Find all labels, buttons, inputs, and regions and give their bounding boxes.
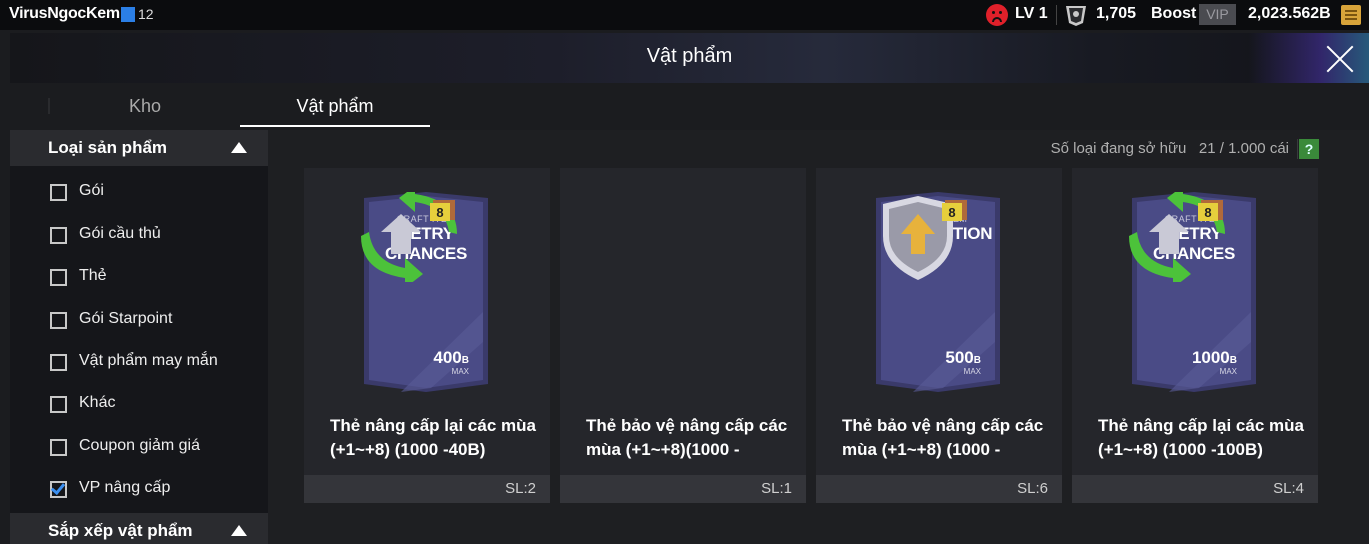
item-name: Thẻ bảo vệ nâng cấp các mùa (+1~+8) (100…: [842, 416, 1044, 459]
item-card[interactable]: Thẻ bảo vệ nâng cấp các mùa (+1~+8)(1000…: [560, 168, 806, 503]
sort-section-header[interactable]: Sắp xếp vật phẩm: [10, 513, 268, 544]
filter-vp-nang-cap[interactable]: VP nâng cấp: [10, 468, 268, 510]
item-grid-area: Số loại đang sở hữu 21 / 1.000 cái ? CRA…: [268, 130, 1369, 544]
checkbox[interactable]: [50, 184, 67, 201]
checkbox[interactable]: [50, 312, 67, 329]
owned-count-label: Số loại đang sở hữu: [1050, 140, 1187, 157]
card-footer: SL:2: [304, 475, 550, 503]
boost-label[interactable]: Boost: [1151, 5, 1196, 23]
filter-goi-cau-thu[interactable]: Gói cầu thủ: [10, 214, 268, 256]
section-label: Sắp xếp vật phẩm: [48, 521, 193, 540]
tab-vat-pham[interactable]: Vật phẩm: [240, 86, 430, 126]
top-status-bar: VirusNgocKem 12 LV 1 1,705 Boost VIP 2,0…: [0, 0, 1369, 30]
checkbox[interactable]: [50, 396, 67, 413]
item-quantity: SL:4: [1273, 480, 1304, 497]
item-quantity: SL:1: [761, 480, 792, 497]
card-max: MAX: [963, 367, 981, 376]
filter-goi-starpoint[interactable]: Gói Starpoint: [10, 299, 268, 341]
window-header: Vật phẩm: [10, 33, 1369, 83]
item-card-art: CRAFT ITEM RETRY CHANCES 8 400B MAX: [361, 192, 491, 392]
item-card-art: CRAFT ITEM PROTECTION 8 500B MAX: [873, 192, 1003, 392]
card-price: 500B: [945, 348, 981, 367]
manager-level: LV 1: [1015, 5, 1048, 22]
filter-vat-pham-may-man[interactable]: Vật phẩm may mắn: [10, 341, 268, 383]
filter-khac[interactable]: Khác: [10, 383, 268, 425]
card-footer: SL:6: [816, 475, 1062, 503]
item-card[interactable]: CRAFT ITEM RETRY CHANCES 8 400B MAX Thẻ …: [304, 168, 550, 503]
active-tab-indicator: [240, 125, 430, 127]
checkbox[interactable]: [50, 439, 67, 456]
retry-arrows-icon: 8: [1129, 192, 1225, 282]
item-name: Thẻ nâng cấp lại các mùa (+1~+8) (1000 -…: [330, 416, 536, 459]
section-label: Loại sản phẩm: [48, 138, 168, 157]
item-name: Thẻ nâng cấp lại các mùa (+1~+8) (1000 -…: [1098, 416, 1304, 459]
filter-label: Gói Starpoint: [79, 310, 173, 327]
filter-coupon-giam-gia[interactable]: Coupon giảm giá: [10, 426, 268, 468]
username[interactable]: VirusNgocKem: [9, 5, 120, 23]
checkbox[interactable]: [50, 227, 67, 244]
collapse-arrow-icon[interactable]: [231, 142, 247, 153]
card-max: MAX: [451, 367, 469, 376]
filter-label: Vật phẩm may mắn: [79, 352, 218, 369]
bp-currency-icon[interactable]: [1341, 5, 1361, 25]
level-badge-icon: 8: [436, 205, 443, 220]
item-quantity: SL:2: [505, 480, 536, 497]
product-type-section-header[interactable]: Loại sản phẩm: [10, 130, 268, 166]
card-price: 1000B: [1191, 348, 1237, 367]
owned-count-value: 21 / 1.000 cái: [1198, 140, 1289, 157]
flag-icon: [121, 7, 135, 22]
item-name: Thẻ bảo vệ nâng cấp các mùa (+1~+8)(1000…: [586, 416, 788, 459]
item-quantity: SL:6: [1017, 480, 1048, 497]
checkbox[interactable]: [50, 269, 67, 286]
divider: [1297, 139, 1298, 159]
sad-face-icon[interactable]: [986, 4, 1008, 26]
checkbox[interactable]: [50, 354, 67, 371]
item-card[interactable]: CRAFT ITEM RETRY CHANCES 8 1000B MAX Thẻ…: [1072, 168, 1318, 503]
owned-count: Số loại đang sở hữu 21 / 1.000 cái: [1051, 140, 1289, 157]
divider: [1056, 5, 1057, 25]
item-card-art: CRAFT ITEM RETRY CHANCES 8 1000B MAX: [1129, 192, 1259, 392]
filter-label: Gói: [79, 182, 104, 199]
level-badge-icon: 8: [1204, 205, 1211, 220]
shield-coin-icon: [1066, 6, 1086, 26]
tab-kho[interactable]: Kho: [50, 86, 240, 126]
bp-balance: 2,023.562B: [1248, 5, 1331, 22]
filter-goi[interactable]: Gói: [10, 171, 268, 213]
filter-sidebar: Loại sản phẩm Gói Gói cầu thủ Thẻ Gói St…: [10, 130, 268, 544]
filter-label: Khác: [79, 394, 116, 411]
help-button[interactable]: ?: [1299, 139, 1319, 159]
filter-the[interactable]: Thẻ: [10, 256, 268, 298]
page-title: Vật phẩm: [646, 45, 733, 67]
filter-label: Coupon giảm giá: [79, 437, 200, 454]
item-card[interactable]: CRAFT ITEM PROTECTION 8 500B MAX Thẻ bảo…: [816, 168, 1062, 503]
level-badge-icon: 8: [948, 205, 955, 220]
retry-arrows-icon: 8: [361, 192, 457, 282]
card-price: 400B: [433, 348, 469, 367]
protection-shield-icon: 8: [883, 196, 967, 280]
tab-bar: Kho Vật phẩm: [10, 86, 1369, 128]
card-footer: SL:4: [1072, 475, 1318, 503]
collapse-arrow-icon[interactable]: [231, 525, 247, 536]
card-footer: SL:1: [560, 475, 806, 503]
close-button[interactable]: [1318, 40, 1362, 80]
vip-badge[interactable]: VIP: [1199, 4, 1236, 25]
filter-label: VP nâng cấp: [79, 479, 171, 496]
coin-balance: 1,705: [1096, 5, 1137, 22]
filter-label: Thẻ: [79, 267, 107, 284]
filter-label: Gói cầu thủ: [79, 225, 161, 242]
card-max: MAX: [1219, 367, 1237, 376]
level-badge: 12: [138, 6, 154, 22]
